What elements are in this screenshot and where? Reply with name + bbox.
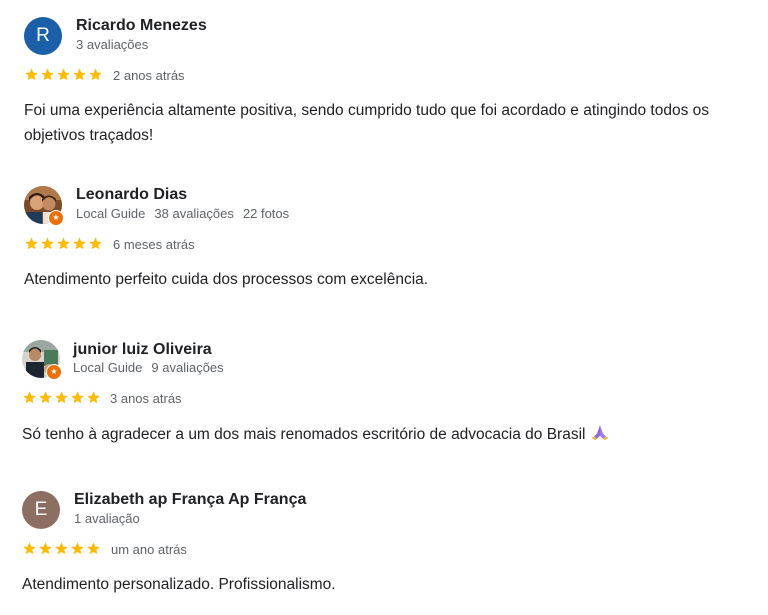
reviews-count: 3 avaliações <box>76 37 149 52</box>
star-icon <box>87 542 100 555</box>
star-icon <box>57 237 70 250</box>
star-icon <box>39 391 52 404</box>
star-icon <box>87 391 100 404</box>
star-icon <box>89 237 102 250</box>
star-icon <box>25 68 38 81</box>
star-icon <box>41 68 54 81</box>
reviewer-name[interactable]: junior luiz Oliveira <box>73 341 212 359</box>
reviewer-meta: Local Guide 9 avaliações <box>73 360 224 375</box>
reviews-count: 9 avaliações <box>151 360 224 375</box>
review-text: Atendimento personalizado. Profissionali… <box>22 576 336 593</box>
star-icon <box>73 237 86 250</box>
star-rating <box>24 67 103 82</box>
star-icon <box>71 391 84 404</box>
local-guide-label: Local Guide <box>73 360 143 375</box>
reviewer-name[interactable]: Ricardo Menezes <box>76 17 207 35</box>
review-time: 2 anos atrás <box>113 68 185 83</box>
avatar[interactable]: E <box>22 491 60 529</box>
review-text: Só tenho à agradecer a um dos mais renom… <box>22 426 586 443</box>
reviewer-meta: 3 avaliações <box>76 37 148 52</box>
review-time: 6 meses atrás <box>113 237 195 252</box>
star-icon <box>55 542 68 555</box>
avatar-letter: R <box>36 25 50 46</box>
local-guide-label: Local Guide <box>76 206 146 221</box>
avatar-letter: E <box>34 499 48 520</box>
star-icon <box>73 68 86 81</box>
reviewer-name[interactable]: Leonardo Dias <box>76 186 187 204</box>
review-time: um ano atrás <box>111 542 187 557</box>
avatar[interactable]: R <box>24 17 62 55</box>
local-guide-badge-icon: ★ <box>46 364 62 380</box>
star-rating <box>22 541 101 556</box>
star-icon <box>39 542 52 555</box>
reviews-count: 1 avaliação <box>74 511 140 526</box>
star-icon <box>55 391 68 404</box>
star-icon <box>23 542 36 555</box>
review-time: 3 anos atrás <box>110 391 182 406</box>
local-guide-badge-icon: ★ <box>48 210 64 226</box>
star-rating <box>22 390 101 405</box>
star-icon <box>57 68 70 81</box>
avatar[interactable]: ★ <box>24 186 64 226</box>
review-text-row: Só tenho à agradecer a um dos mais renom… <box>22 422 757 447</box>
star-icon <box>71 542 84 555</box>
review-text: Foi uma experiência altamente positiva, … <box>24 102 710 144</box>
folded-hands-emoji-icon <box>592 425 609 441</box>
star-icon <box>23 391 36 404</box>
avatar[interactable]: ★ <box>22 340 62 380</box>
star-rating <box>24 236 103 251</box>
star-icon <box>89 68 102 81</box>
review-text: Atendimento perfeito cuida dos processos… <box>24 271 429 288</box>
star-icon <box>41 237 54 250</box>
reviewer-meta: Local Guide 38 avaliações 22 fotos <box>76 206 289 221</box>
reviews-count: 38 avaliações <box>154 206 234 221</box>
reviewer-name[interactable]: Elizabeth ap França Ap França <box>74 491 306 509</box>
reviewer-meta: 1 avaliação <box>74 511 140 526</box>
photos-count: 22 fotos <box>242 206 290 221</box>
star-icon <box>25 237 38 250</box>
